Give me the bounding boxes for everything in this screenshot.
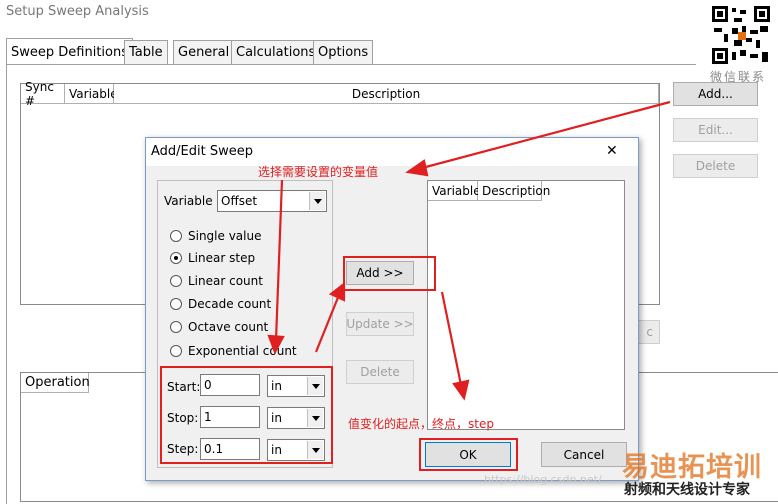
- brand-subtitle: 射频和天线设计专家: [624, 482, 750, 498]
- watermark-url: https://blog.csdn.net/...: [484, 473, 613, 486]
- annotation-arrows: [267, 100, 671, 401]
